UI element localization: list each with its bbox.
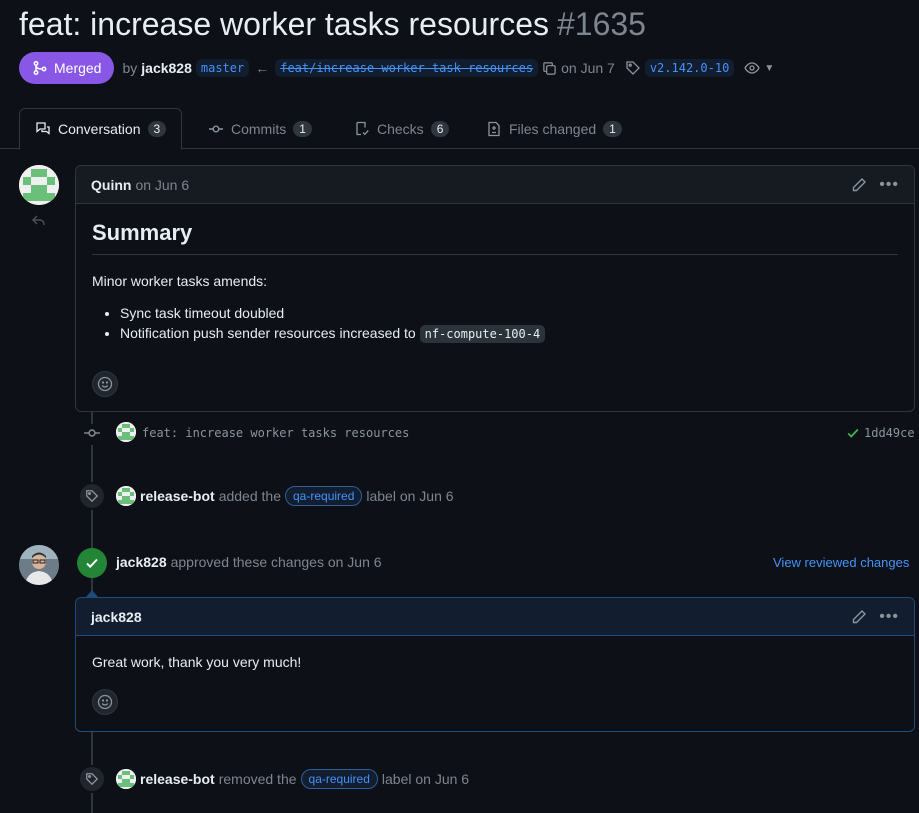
label-badge[interactable]: qa-required xyxy=(300,769,378,789)
state-label: Merged xyxy=(54,60,102,76)
comment-header: jack828 ••• xyxy=(76,598,914,636)
avatar[interactable] xyxy=(19,545,59,585)
avatar[interactable] xyxy=(19,165,59,205)
pencil-icon[interactable] xyxy=(851,609,867,625)
kebab-horizontal-icon[interactable]: ••• xyxy=(879,176,899,192)
pr-meta: Merged by jack828 master ← feat/increase… xyxy=(19,52,774,84)
state-badge: Merged xyxy=(19,52,115,84)
tab-count: 6 xyxy=(430,120,450,137)
release-tag[interactable]: v2.142.0-10 xyxy=(644,59,735,77)
author-link[interactable]: jack828 xyxy=(141,60,192,76)
review-actor[interactable]: jack828 xyxy=(116,554,167,570)
smiley-icon xyxy=(97,376,113,392)
comment-discussion-icon xyxy=(36,122,50,135)
pr-number: #1635 xyxy=(556,6,646,42)
arrow-left-icon: ← xyxy=(255,60,270,76)
base-branch[interactable]: master xyxy=(195,59,250,77)
comment-body: Summary Minor worker tasks amends: Sync … xyxy=(76,204,914,343)
event-text: removed the xyxy=(218,771,297,787)
commit-message[interactable]: feat: increase worker tasks resources xyxy=(142,426,409,440)
tab-count: 3 xyxy=(147,121,167,137)
merged-date: on Jun 7 xyxy=(561,60,615,76)
tab-commits[interactable]: Commits 1 xyxy=(193,108,327,149)
pencil-icon[interactable] xyxy=(851,177,867,193)
check-icon[interactable] xyxy=(846,426,860,440)
pr-title: feat: increase worker tasks resources #16… xyxy=(19,2,646,46)
summary-heading: Summary xyxy=(92,220,898,255)
git-commit-icon xyxy=(83,424,101,445)
comment-time[interactable]: on Jun 6 xyxy=(135,177,189,193)
by-label: by xyxy=(122,60,138,76)
smiley-icon xyxy=(97,694,113,710)
event-text[interactable]: label on Jun 6 xyxy=(382,771,469,787)
tab-checks[interactable]: Checks 6 xyxy=(339,108,464,149)
file-diff-icon xyxy=(488,121,500,136)
avatar[interactable] xyxy=(116,422,136,442)
tab-count: 1 xyxy=(293,120,312,137)
list-item: Sync task timeout doubled xyxy=(120,305,898,321)
comment-intro: Minor worker tasks amends: xyxy=(92,273,268,289)
comment-author[interactable]: jack828 xyxy=(91,609,142,625)
tab-label: Commits xyxy=(231,120,287,137)
add-reaction-button[interactable] xyxy=(92,689,118,715)
review-text: approved these changes on Jun 6 xyxy=(170,554,382,570)
copy-icon[interactable] xyxy=(542,61,557,76)
timeline-event: release-bot removed the qa-required labe… xyxy=(116,769,469,789)
timeline-event: release-bot added the qa-required label … xyxy=(116,486,454,506)
list-item-text: Notification push sender resources incre… xyxy=(120,325,416,341)
review-event: jack828 approved these changes on Jun 6 xyxy=(116,554,382,570)
commit-status: 1dd49ce xyxy=(846,426,915,440)
tab-label: Conversation xyxy=(58,121,141,137)
review-comment-text: Great work, thank you very much! xyxy=(92,654,302,670)
change-list: Sync task timeout doubled Notification p… xyxy=(92,305,898,343)
comment-body: Great work, thank you very much! xyxy=(76,636,914,670)
event-text[interactable]: label on Jun 6 xyxy=(366,488,453,504)
event-actor[interactable]: release-bot xyxy=(140,488,215,504)
view-reviewed-changes-link[interactable]: View reviewed changes xyxy=(773,555,909,570)
tab-conversation[interactable]: Conversation 3 xyxy=(19,108,183,150)
event-actor[interactable]: release-bot xyxy=(140,771,215,787)
event-text: added the xyxy=(218,488,281,504)
review-comment-card: jack828 ••• Great work, thank you very m… xyxy=(75,597,915,732)
identicon-icon xyxy=(19,165,59,205)
avatar[interactable] xyxy=(116,486,136,506)
tab-files-changed[interactable]: Files changed 1 xyxy=(471,108,637,149)
tab-label: Files changed xyxy=(509,120,597,137)
git-commit-icon xyxy=(209,124,223,132)
user-photo-icon xyxy=(19,545,59,585)
eye-icon[interactable] xyxy=(744,60,761,76)
comment-header: Quinn on Jun 6 ••• xyxy=(76,166,914,204)
reply-icon[interactable] xyxy=(31,212,47,231)
inline-code: nf-compute-100-4 xyxy=(419,325,546,343)
pr-title-text: feat: increase worker tasks resources xyxy=(19,6,549,42)
comment-pointer xyxy=(86,590,98,597)
comment-author[interactable]: Quinn xyxy=(91,177,131,193)
head-branch[interactable]: feat/increase-worker-task-resources xyxy=(275,59,539,77)
add-reaction-button[interactable] xyxy=(92,371,118,397)
checklist-icon xyxy=(356,121,369,135)
avatar[interactable] xyxy=(116,769,136,789)
comment-card: Quinn on Jun 6 ••• Summary Minor worker … xyxy=(75,165,915,412)
tag-icon xyxy=(78,765,106,793)
tag-icon xyxy=(78,482,106,510)
tab-count: 1 xyxy=(603,120,622,137)
list-item: Notification push sender resources incre… xyxy=(120,325,898,343)
caret-down-icon[interactable]: ▼ xyxy=(764,63,774,74)
merge-icon xyxy=(33,61,47,75)
tag-icon xyxy=(625,60,641,76)
commit-sha[interactable]: 1dd49ce xyxy=(864,426,915,440)
tab-label: Checks xyxy=(377,120,424,137)
check-icon xyxy=(77,548,107,578)
pr-tabs: Conversation 3 Commits 1 Checks 6 Files … xyxy=(0,108,919,150)
label-badge[interactable]: qa-required xyxy=(285,486,363,506)
kebab-horizontal-icon[interactable]: ••• xyxy=(879,608,899,624)
